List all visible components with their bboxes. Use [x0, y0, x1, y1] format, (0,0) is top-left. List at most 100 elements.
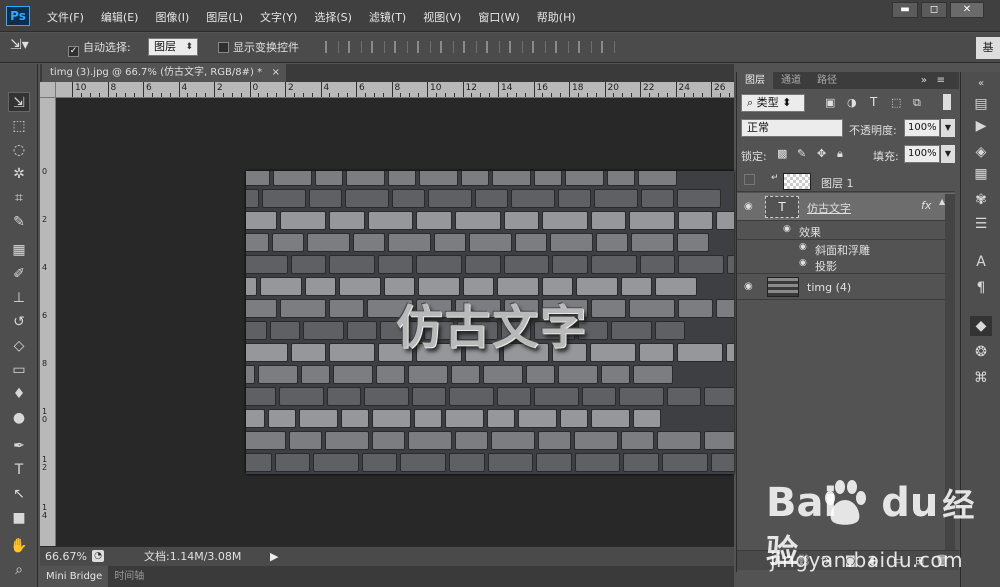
horizontal-ruler[interactable]: 10 8 6 4 2 0 2 4 6 8 10 12 14 16 18 20 22 24 26	[56, 82, 734, 98]
vertical-ruler[interactable]: 024681012141618	[40, 98, 56, 546]
ruler-origin[interactable]	[40, 82, 56, 98]
workspace-switcher[interactable]: 基	[976, 37, 1000, 59]
lock-transparent-icon[interactable]: ▩	[777, 147, 787, 160]
layer-row-background[interactable]: ◉ timg (4)	[737, 274, 955, 300]
menu-layer[interactable]: 图层(L)	[206, 9, 243, 25]
share-icon[interactable]: ◔	[92, 550, 104, 562]
menu-select[interactable]: 选择(S)	[314, 9, 352, 25]
align-right-icon[interactable]	[440, 41, 454, 53]
paths-dock-icon[interactable]: ⌘	[970, 368, 992, 388]
rectangle-tool-icon[interactable]: ■	[8, 508, 30, 528]
menu-edit[interactable]: 编辑(E)	[101, 9, 139, 25]
lock-pixels-icon[interactable]: ✎	[797, 147, 806, 160]
distribute-right-icon[interactable]	[578, 41, 592, 53]
crop-tool-icon[interactable]: ⌗	[8, 188, 30, 208]
distribute-top-icon[interactable]	[463, 41, 477, 53]
tab-mini-bridge[interactable]: Mini Bridge	[40, 566, 109, 587]
effects-row[interactable]: ◉ 效果	[737, 222, 955, 240]
align-top-icon[interactable]	[325, 41, 339, 53]
close-tab-icon[interactable]: ×	[272, 64, 280, 82]
dock-collapse-icon[interactable]: «	[970, 74, 992, 94]
eye-icon[interactable]: ◉	[799, 258, 807, 268]
filter-adjustment-icon[interactable]: ◑	[847, 96, 857, 109]
distribute-left-icon[interactable]	[532, 41, 546, 53]
brush-presets-icon[interactable]: ☰	[970, 214, 992, 234]
opacity-input[interactable]: 100%	[904, 119, 940, 137]
menu-file[interactable]: 文件(F)	[47, 9, 84, 25]
distribute-vcenter-icon[interactable]	[486, 41, 500, 53]
close-button[interactable]: ✕	[950, 2, 984, 18]
properties-panel-icon[interactable]: ▦	[970, 164, 992, 184]
auto-select-dropdown[interactable]: 图层	[148, 38, 198, 56]
eye-icon[interactable]: ◉	[744, 201, 753, 212]
auto-select-checkbox[interactable]: ✓ 自动选择:	[68, 39, 131, 57]
menu-type[interactable]: 文字(Y)	[260, 9, 297, 25]
filter-smart-object-icon[interactable]: ⧉	[913, 96, 921, 110]
zoom-level[interactable]: 66.67%	[45, 547, 87, 567]
history-brush-tool-icon[interactable]: ↺	[8, 312, 30, 332]
align-vcenter-icon[interactable]	[348, 41, 362, 53]
brush-panel-icon[interactable]: ✾	[970, 190, 992, 210]
panel-menu-icon[interactable]: ≡	[929, 72, 953, 89]
tab-layers[interactable]: 图层	[737, 72, 773, 89]
document-image[interactable]: 仿古文字	[246, 171, 734, 474]
fill-slider-icon[interactable]: ▼	[941, 145, 955, 163]
tab-channels[interactable]: 通道	[773, 72, 809, 89]
menu-help[interactable]: 帮助(H)	[537, 9, 576, 25]
layers-dock-icon[interactable]: ◆	[970, 316, 992, 336]
menu-filter[interactable]: 滤镜(T)	[369, 9, 406, 25]
minimize-button[interactable]: ▬	[892, 2, 918, 18]
document-tab[interactable]: timg (3).jpg @ 66.7% (仿古文字, RGB/8#) * ×	[42, 64, 286, 82]
gradient-tool-icon[interactable]: ▭	[8, 360, 30, 380]
blend-mode-dropdown[interactable]: 正常	[741, 119, 843, 137]
character-panel-icon[interactable]: A	[970, 252, 992, 272]
magic-wand-tool-icon[interactable]: ✲	[8, 164, 30, 184]
align-hcenter-icon[interactable]	[417, 41, 431, 53]
clone-stamp-tool-icon[interactable]: ⊥	[8, 288, 30, 308]
filter-toggle[interactable]	[943, 94, 951, 110]
info-panel-icon[interactable]: ◈	[970, 142, 992, 162]
marquee-tool-icon[interactable]: ⬚	[8, 116, 30, 136]
move-tool-preset-icon[interactable]: ⇲▾	[10, 37, 29, 53]
distribute-bottom-icon[interactable]	[509, 41, 523, 53]
effect-shadow-row[interactable]: ◉ 投影	[737, 256, 955, 274]
filter-kind-dropdown[interactable]: ⌕ 类型 ⬍	[741, 94, 805, 112]
lock-position-icon[interactable]: ✥	[817, 147, 826, 160]
visibility-off-icon[interactable]	[744, 174, 755, 185]
move-tool-icon[interactable]: ⇲	[8, 92, 30, 112]
menu-view[interactable]: 视图(V)	[423, 9, 461, 25]
layer-row-layer1[interactable]: ↵ 图层 1	[737, 170, 955, 192]
lock-all-icon[interactable]: 🔒︎	[837, 147, 843, 161]
lasso-tool-icon[interactable]: ◌	[8, 140, 30, 160]
layer-row-text[interactable]: ◉ T 仿古文字 fx ▲	[737, 193, 955, 221]
eyedropper-tool-icon[interactable]: ✎	[8, 212, 30, 232]
canvas-area[interactable]: 仿古文字	[56, 98, 734, 546]
healing-brush-tool-icon[interactable]: ▦	[8, 240, 30, 260]
dodge-tool-icon[interactable]: ●	[8, 408, 30, 428]
actions-panel-icon[interactable]: ▶	[970, 116, 992, 136]
eye-icon[interactable]: ◉	[799, 242, 807, 252]
menu-window[interactable]: 窗口(W)	[478, 9, 519, 25]
distribute-hcenter-icon[interactable]	[555, 41, 569, 53]
filter-pixel-icon[interactable]: ▣	[825, 96, 835, 109]
pen-tool-icon[interactable]: ✒	[8, 436, 30, 456]
eraser-tool-icon[interactable]: ◇	[8, 336, 30, 356]
auto-align-icon[interactable]	[601, 41, 615, 53]
brush-tool-icon[interactable]: ✐	[8, 264, 30, 284]
align-left-icon[interactable]	[394, 41, 408, 53]
channels-dock-icon[interactable]: ❂	[970, 342, 992, 362]
align-bottom-icon[interactable]	[371, 41, 385, 53]
zoom-tool-icon[interactable]: ⌕	[8, 560, 30, 580]
paragraph-panel-icon[interactable]: ¶	[970, 278, 992, 298]
filter-type-icon[interactable]: T	[870, 95, 877, 109]
fx-icon[interactable]: fx	[921, 199, 931, 212]
fill-input[interactable]: 100%	[904, 145, 940, 163]
tab-paths[interactable]: 路径	[809, 72, 845, 89]
path-selection-tool-icon[interactable]: ↖	[8, 484, 30, 504]
blur-tool-icon[interactable]: ♦	[8, 384, 30, 404]
filter-shape-icon[interactable]: ⬚	[891, 96, 901, 109]
opacity-slider-icon[interactable]: ▼	[941, 119, 955, 137]
eye-icon[interactable]: ◉	[783, 224, 791, 234]
menu-image[interactable]: 图像(I)	[155, 9, 189, 25]
history-panel-icon[interactable]: ▤	[970, 94, 992, 114]
